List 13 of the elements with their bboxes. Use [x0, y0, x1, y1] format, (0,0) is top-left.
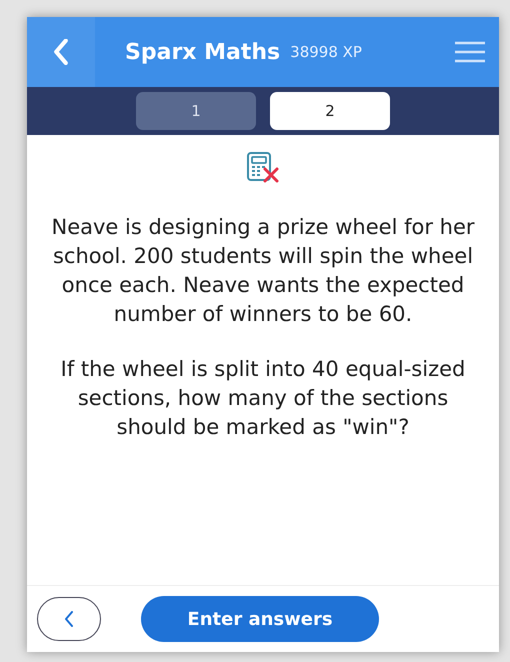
previous-button[interactable] [37, 597, 101, 641]
chevron-left-icon [53, 39, 69, 65]
xp-count: 38998 XP [290, 43, 362, 61]
back-button[interactable] [27, 17, 95, 87]
question-text: If the wheel is split into 40 equal-sized sections, how many of the sections should be marked as "win"? [60, 356, 466, 441]
enter-answers-button[interactable]: Enter answers [141, 596, 379, 642]
chevron-left-icon [64, 611, 74, 627]
question-tab[interactable]: 2 [270, 92, 390, 130]
menu-icon [455, 41, 485, 63]
question-text: Neave is designing a prize wheel for her school. 200 students will spin the wheel once each. Neave wants the expected number of winners to be 60. [50, 214, 476, 328]
question-tab[interactable]: 1 [136, 92, 256, 130]
menu-button[interactable] [455, 41, 485, 63]
app-title: Sparx Maths [125, 40, 280, 64]
